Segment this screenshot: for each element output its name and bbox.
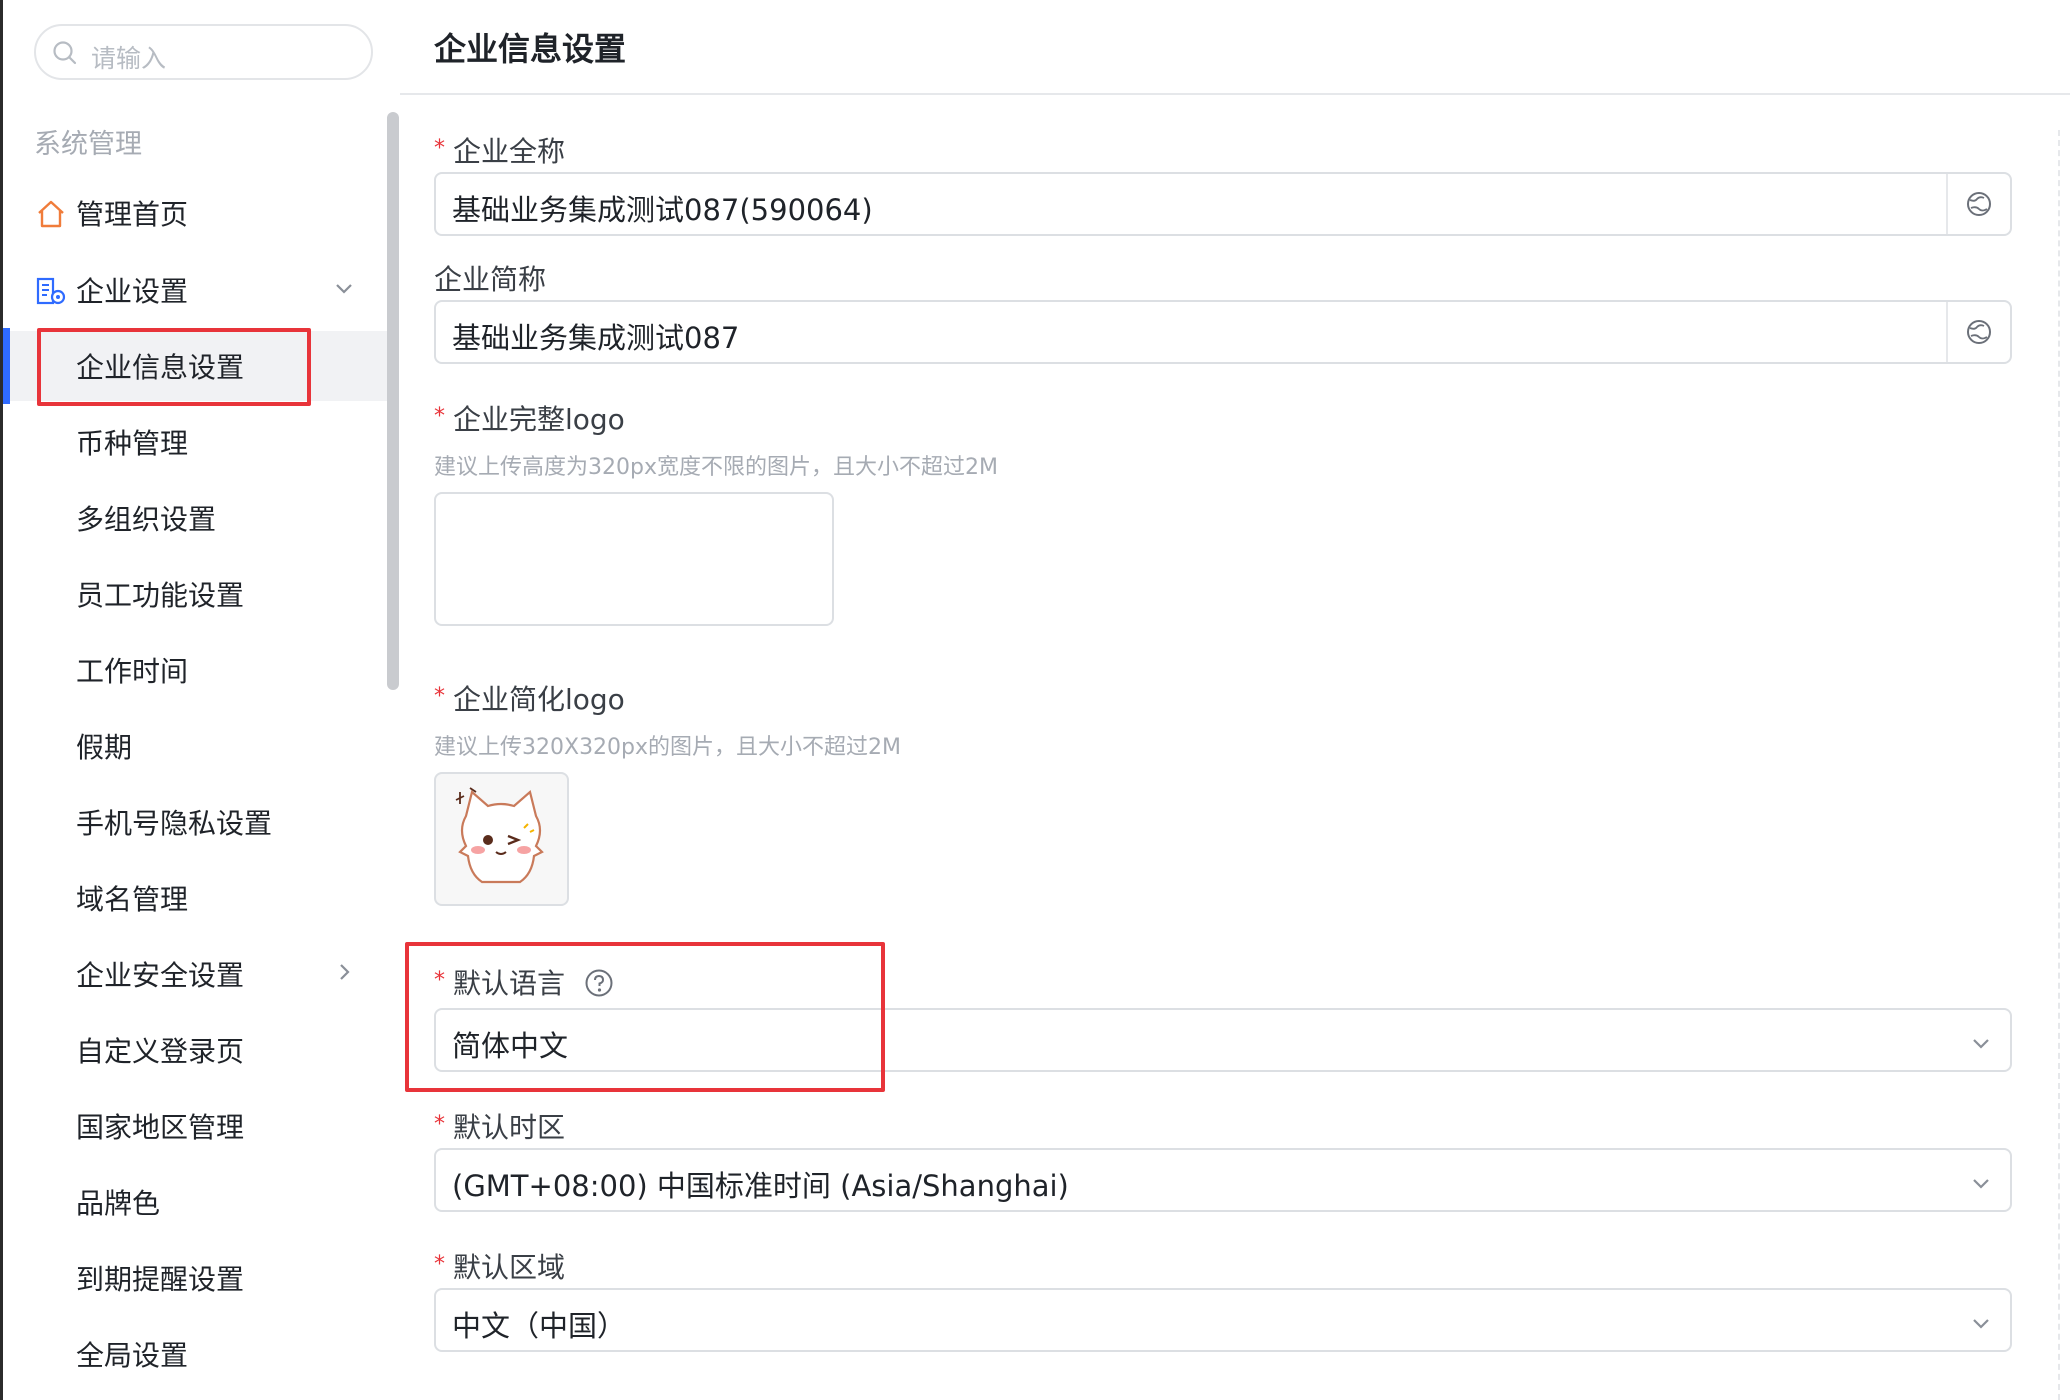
required-marker: * [434, 404, 445, 429]
sidebar-item-label: 工作时间 [76, 655, 189, 688]
chevron-down-icon [1973, 1179, 1989, 1189]
globe-icon [1967, 192, 1991, 216]
sidebar-item-country-region[interactable]: 国家地区管理 [3, 1091, 389, 1161]
home-icon [38, 200, 64, 228]
search-placeholder: 请输入 [91, 44, 167, 73]
translate-button[interactable] [1946, 302, 2010, 362]
short-name-value: 基础业务集成测试087 [452, 321, 740, 355]
sidebar-item-label: 品牌色 [76, 1187, 161, 1220]
chevron-down-icon [336, 284, 352, 294]
sidebar-item-holidays[interactable]: 假期 [3, 711, 389, 781]
short-name-input[interactable]: 基础业务集成测试087 [434, 300, 2012, 364]
full-name-value: 基础业务集成测试087(590064) [452, 193, 873, 227]
field-label-region: * 默认区域 [434, 1251, 566, 1284]
highlight-box-language [405, 942, 885, 1092]
content-divider [2058, 130, 2060, 1400]
full-logo-hint: 建议上传高度为320px宽度不限的图片，且大小不超过2M [434, 455, 998, 480]
sidebar-item-label: 到期提醒设置 [76, 1263, 245, 1296]
sidebar-item-custom-login[interactable]: 自定义登录页 [3, 1015, 389, 1085]
building-settings-icon [36, 277, 66, 305]
sidebar-item-label: 多组织设置 [76, 503, 217, 536]
translate-button[interactable] [1946, 174, 2010, 234]
sidebar-item-global[interactable]: 全局设置 [3, 1319, 389, 1389]
field-label-full-name: * 企业全称 [434, 135, 566, 168]
required-marker: * [434, 1112, 445, 1137]
chevron-right-icon [340, 964, 350, 980]
field-label-short-name: 企业简称 [434, 263, 547, 296]
field-label-full-logo: * 企业完整logo [434, 403, 625, 436]
required-marker: * [434, 684, 445, 709]
cat-logo-image [455, 787, 544, 884]
sidebar-item-label: 企业设置 [76, 275, 189, 308]
globe-icon [1967, 320, 1991, 344]
sidebar-item-label: 国家地区管理 [76, 1111, 245, 1144]
page-title: 企业信息设置 [434, 30, 627, 68]
chevron-down-icon [1973, 1319, 1989, 1329]
simple-logo-hint: 建议上传320X320px的图片，且大小不超过2M [434, 735, 902, 760]
sidebar-item-brand-color[interactable]: 品牌色 [3, 1167, 389, 1237]
sidebar-item-multi-org[interactable]: 多组织设置 [3, 483, 389, 553]
sidebar-item-label: 管理首页 [76, 198, 189, 231]
sidebar-item-label: 全局设置 [76, 1339, 189, 1372]
main-content: 企业信息设置 * 企业全称 基础业务集成测试087(590064) 企业简称 基础… [400, 0, 2070, 1400]
sidebar-item-security[interactable]: 企业安全设置 [3, 939, 389, 1009]
simple-logo-upload[interactable] [434, 772, 569, 906]
sidebar-item-employee-features[interactable]: 员工功能设置 [3, 559, 389, 629]
sidebar-item-label: 假期 [76, 731, 133, 764]
field-label-simple-logo: * 企业简化logo [434, 683, 625, 716]
sidebar-scrollbar[interactable] [387, 112, 399, 690]
required-marker: * [434, 136, 445, 161]
active-indicator [3, 328, 10, 404]
sidebar-item-phone-privacy[interactable]: 手机号隐私设置 [3, 787, 389, 857]
region-value: 中文（中国） [452, 1309, 627, 1343]
sidebar-item-expiry-reminder[interactable]: 到期提醒设置 [3, 1243, 389, 1313]
required-marker: * [434, 1252, 445, 1277]
sidebar-item-label: 企业安全设置 [76, 959, 245, 992]
section-title-system-management: 系统管理 [34, 129, 142, 160]
highlight-box-active-menu [37, 328, 311, 406]
sidebar-item-label: 域名管理 [76, 883, 189, 916]
sidebar-item-label: 员工功能设置 [76, 579, 245, 612]
sidebar-item-admin-home[interactable]: 管理首页 [3, 178, 389, 248]
region-select[interactable]: 中文（中国） [434, 1288, 2012, 1352]
chevron-down-icon [1973, 1039, 1989, 1049]
timezone-value: (GMT+08:00) 中国标准时间 (Asia/Shanghai) [452, 1169, 1069, 1203]
sidebar-item-enterprise-settings[interactable]: 企业设置 [3, 255, 389, 325]
sidebar-item-label: 手机号隐私设置 [76, 807, 273, 840]
full-logo-upload[interactable] [434, 492, 834, 626]
field-label-timezone: * 默认时区 [434, 1111, 566, 1144]
sidebar-item-work-time[interactable]: 工作时间 [3, 635, 389, 705]
page-header: 企业信息设置 [400, 0, 2070, 95]
sidebar: 请输入 系统管理 管理首页 企业设置 企业信息设置 币种管理 多组织设置 员工功… [3, 0, 399, 1400]
sidebar-search-input[interactable]: 请输入 [34, 24, 373, 80]
sidebar-item-currency[interactable]: 币种管理 [3, 407, 389, 477]
sidebar-item-label: 币种管理 [76, 427, 189, 460]
full-name-input[interactable]: 基础业务集成测试087(590064) [434, 172, 2012, 236]
search-icon [53, 41, 77, 65]
sidebar-item-label: 自定义登录页 [76, 1035, 245, 1068]
sidebar-item-domain[interactable]: 域名管理 [3, 863, 389, 933]
timezone-select[interactable]: (GMT+08:00) 中国标准时间 (Asia/Shanghai) [434, 1148, 2012, 1212]
